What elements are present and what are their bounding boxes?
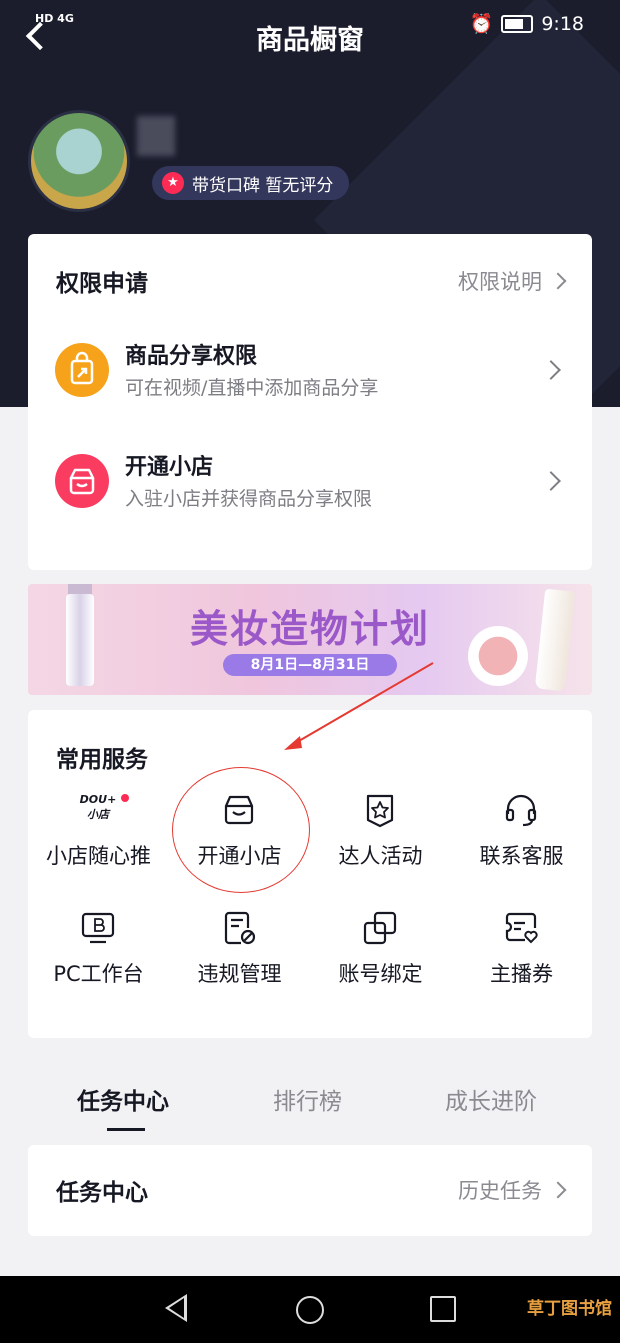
services-title: 常用服务 xyxy=(56,747,148,773)
new-badge xyxy=(121,794,129,802)
chevron-right-icon xyxy=(541,471,561,491)
link-icon xyxy=(363,911,397,945)
nav-recent-apps-icon[interactable] xyxy=(430,1296,456,1322)
store-icon xyxy=(55,454,109,508)
permission-item-desc: 可在视频/直播中添加商品分享 xyxy=(125,377,379,399)
service-pc-workbench[interactable]: PC工作台 xyxy=(28,910,169,1000)
tab-leaderboard[interactable]: 排行榜 xyxy=(273,1082,342,1116)
avatar[interactable] xyxy=(28,110,130,212)
rating-badge[interactable]: ★ 带货口碑 暂无评分 xyxy=(152,166,350,200)
service-label: 主播券 xyxy=(490,962,553,986)
history-tasks-label: 历史任务 xyxy=(458,1179,542,1203)
nav-home-icon[interactable] xyxy=(296,1296,324,1324)
permission-card: 权限申请 权限说明 商品分享权限 可在视频/直播中添加商品分享 开通小店 入驻小… xyxy=(28,234,592,570)
tab-task-center[interactable]: 任务中心 xyxy=(77,1082,169,1116)
task-card-title: 任务中心 xyxy=(56,1180,148,1206)
service-label: 违规管理 xyxy=(197,962,282,986)
dou-plus-store-icon: DOU+ 小店 xyxy=(76,792,120,828)
annotation-circle xyxy=(172,767,310,893)
nav-back-icon-inner xyxy=(169,1298,184,1318)
history-tasks-link[interactable]: 历史任务 xyxy=(458,1175,567,1205)
services-card: 常用服务 DOU+ 小店 小店随心推 开通小店 达人活动 联系客服 PC工作台 … xyxy=(28,710,592,1038)
rating-label: 带货口碑 暂无评分 xyxy=(192,175,334,196)
permission-item-title: 开通小店 xyxy=(125,455,214,480)
service-label: 小店随心推 xyxy=(46,844,151,868)
service-label: 联系客服 xyxy=(479,844,564,868)
pc-monitor-icon xyxy=(81,912,115,944)
service-label: 达人活动 xyxy=(338,844,423,868)
star-badge-icon xyxy=(366,794,394,828)
chevron-right-icon xyxy=(541,360,561,380)
permission-card-title: 权限申请 xyxy=(56,271,148,297)
service-dou-plus-store[interactable]: DOU+ 小店 小店随心推 xyxy=(28,792,169,882)
service-contact-support[interactable]: 联系客服 xyxy=(451,792,592,882)
tab-bar: 任务中心 排行榜 成长进阶 xyxy=(0,1078,620,1138)
watermark: 草丁图书馆 xyxy=(527,1299,612,1319)
chevron-right-icon xyxy=(549,272,567,290)
chevron-right-icon xyxy=(549,1181,567,1199)
share-bag-icon xyxy=(55,343,109,397)
permission-item-title: 商品分享权限 xyxy=(125,344,258,369)
page-title: 商品橱窗 xyxy=(256,25,364,56)
permission-info-link[interactable]: 权限说明 xyxy=(458,266,567,296)
active-tab-indicator xyxy=(107,1128,145,1131)
dou-logo-bottom: 小店 xyxy=(87,808,109,821)
service-host-coupon[interactable]: 主播券 xyxy=(451,910,592,1000)
dou-logo-top: DOU+ xyxy=(79,793,117,806)
permission-item-store[interactable]: 开通小店 入驻小店并获得商品分享权限 xyxy=(28,436,592,526)
violation-doc-icon xyxy=(224,911,256,945)
tab-growth[interactable]: 成长进阶 xyxy=(445,1082,537,1116)
service-account-binding[interactable]: 账号绑定 xyxy=(310,910,451,1000)
cosmetic-compact xyxy=(468,626,528,686)
service-label: PC工作台 xyxy=(53,962,144,986)
service-label: 账号绑定 xyxy=(338,962,423,986)
username-blurred xyxy=(137,116,175,156)
coupon-icon xyxy=(505,912,538,944)
permission-info-label: 权限说明 xyxy=(458,270,542,294)
banner-date: 8月1日—8月31日 xyxy=(223,654,397,676)
promo-banner[interactable]: 美妆造物计划 8月1日—8月31日 xyxy=(28,584,592,695)
permission-item-desc: 入驻小店并获得商品分享权限 xyxy=(125,488,373,510)
task-card: 任务中心 历史任务 xyxy=(28,1145,592,1236)
headset-icon xyxy=(505,794,537,827)
service-violation-management[interactable]: 违规管理 xyxy=(169,910,310,1000)
star-icon: ★ xyxy=(162,172,184,194)
permission-item-share[interactable]: 商品分享权限 可在视频/直播中添加商品分享 xyxy=(28,325,592,415)
service-creator-events[interactable]: 达人活动 xyxy=(310,792,451,882)
